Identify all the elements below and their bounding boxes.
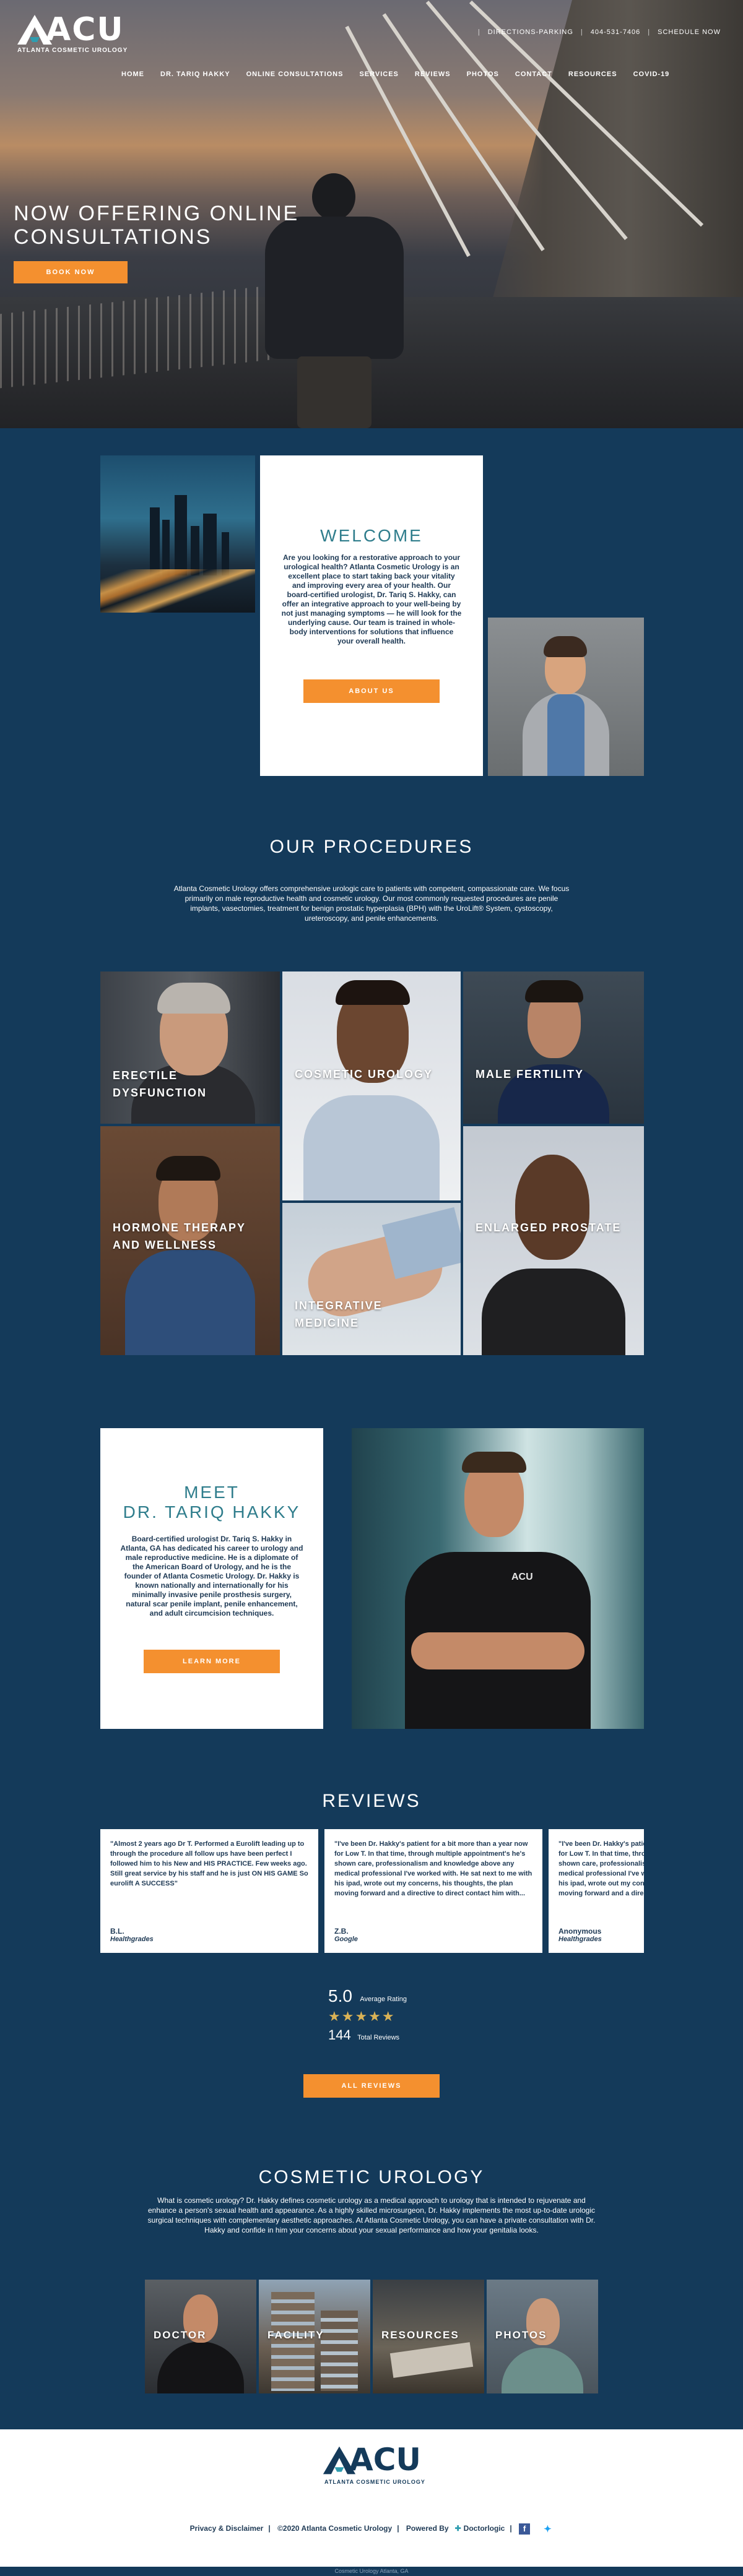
doctor-in-suit-image — [488, 618, 644, 776]
procedure-tile-integrative-medicine[interactable]: INTEGRATIVE MEDICINE — [282, 1203, 461, 1355]
review-author: Anonymous — [558, 1927, 602, 1936]
review-card: "Almost 2 years ago Dr T. Performed a Eu… — [100, 1829, 318, 1953]
welcome-text: Are you looking for a restorative approa… — [281, 553, 462, 645]
doctorlogic-icon: ✚ — [454, 2524, 461, 2533]
welcome-card: WELCOME Are you looking for a restorativ… — [260, 455, 483, 776]
reviews-carousel[interactable]: "Almost 2 years ago Dr T. Performed a Eu… — [100, 1829, 644, 1953]
gallery-label: FACILITY — [267, 2329, 324, 2341]
review-text: "Almost 2 years ago Dr T. Performed a Eu… — [110, 1840, 308, 1887]
gallery-tile-facility[interactable]: FACILITY — [259, 2280, 370, 2393]
dr-hakky-portrait: ACU — [352, 1428, 644, 1729]
nav-resources[interactable]: RESOURCES — [568, 71, 617, 78]
footer-links: Privacy & Disclaimer | ©2020 Atlanta Cosm… — [0, 2523, 743, 2535]
procedure-label: INTEGRATIVE MEDICINE — [295, 1299, 383, 1329]
main-nav: HOME DR. TARIQ HAKKY ONLINE CONSULTATION… — [121, 71, 669, 78]
nav-home[interactable]: HOME — [121, 71, 144, 78]
footer-logo[interactable]: ACU ATLANTA COSMETIC UROLOGY — [322, 2442, 425, 2494]
review-text: "I've been Dr. Hakky's patient for a bit… — [334, 1840, 532, 1897]
gallery-label: PHOTOS — [495, 2329, 547, 2341]
about-us-button[interactable]: ABOUT US — [303, 679, 440, 703]
directions-link[interactable]: DIRECTIONS-PARKING — [488, 28, 573, 36]
city-skyline-image — [100, 455, 255, 613]
welcome-title: WELCOME — [320, 526, 423, 545]
schedule-link[interactable]: SCHEDULE NOW — [658, 28, 721, 36]
procedure-tile-hormone-therapy[interactable]: HORMONE THERAPY AND WELLNESS — [100, 1126, 280, 1355]
nav-covid-19[interactable]: COVID-19 — [633, 71, 670, 78]
meet-text: Board-certified urologist Dr. Tariq S. H… — [120, 1535, 303, 1618]
scrub-logo: ACU — [511, 1572, 533, 1582]
nav-services[interactable]: SERVICES — [359, 71, 398, 78]
nav-photos[interactable]: PHOTOS — [467, 71, 499, 78]
procedure-label: ENLARGED PROSTATE — [476, 1221, 622, 1234]
average-rating-value: 5.0 — [328, 1986, 352, 2005]
book-now-button[interactable]: BOOK NOW — [14, 261, 128, 283]
nav-dr-tariq-hakky[interactable]: DR. TARIQ HAKKY — [160, 71, 230, 78]
gallery-tile-photos[interactable]: PHOTOS — [487, 2280, 598, 2393]
procedure-label: MALE FERTILITY — [476, 1068, 584, 1080]
procedures-title: OUR PROCEDURES — [269, 837, 474, 857]
nav-reviews[interactable]: REVIEWS — [415, 71, 451, 78]
doctorlogic-link[interactable]: Doctorlogic — [464, 2524, 505, 2533]
footer-logo-text: ACU — [349, 2442, 421, 2478]
star-rating-icon: ★★★★★ — [328, 2009, 396, 2024]
review-source: Google — [334, 1936, 358, 1943]
procedure-tile-erectile-dysfunction[interactable]: ERECTILE DYSFUNCTION — [100, 971, 280, 1124]
logo-text: ACU — [46, 11, 124, 48]
copyright-text: ©2020 Atlanta Cosmetic Urology — [277, 2524, 393, 2533]
gallery-label: RESOURCES — [381, 2329, 459, 2341]
review-source: Healthgrades — [110, 1936, 154, 1943]
rating-summary: 5.0 Average Rating ★★★★★ 144 Total Revie… — [328, 1986, 427, 2043]
cosmetic-urology-title: COSMETIC UROLOGY — [258, 2167, 485, 2187]
logo-subtitle: ATLANTA COSMETIC UROLOGY — [17, 47, 128, 54]
footer-logo-subtitle: ATLANTA COSMETIC UROLOGY — [324, 2479, 425, 2485]
meet-title-line1: MEET — [184, 1483, 240, 1502]
nav-online-consultations[interactable]: ONLINE CONSULTATIONS — [246, 71, 344, 78]
learn-more-button[interactable]: LEARN MORE — [144, 1650, 280, 1673]
gallery-tile-doctor[interactable]: DOCTOR — [145, 2280, 256, 2393]
procedures-text: Atlanta Cosmetic Urology offers comprehe… — [173, 884, 570, 923]
procedure-tile-enlarged-prostate[interactable]: ENLARGED PROSTATE — [463, 1126, 644, 1355]
reviews-title: REVIEWS — [322, 1791, 421, 1811]
procedure-tile-male-fertility[interactable]: MALE FERTILITY — [463, 971, 644, 1124]
privacy-link[interactable]: Privacy & Disclaimer — [190, 2524, 264, 2533]
review-source: Healthgrades — [558, 1936, 602, 1943]
facebook-icon[interactable]: f — [519, 2523, 531, 2535]
total-reviews-value: 144 — [328, 2027, 351, 2043]
hero-headline: NOW OFFERING ONLINE CONSULTATIONS — [14, 202, 300, 249]
site-logo[interactable]: ACU ATLANTA COSMETIC UROLOGY — [16, 11, 127, 57]
twitter-icon[interactable]: ✦ — [542, 2523, 553, 2535]
review-author: Z.B. — [334, 1927, 349, 1936]
total-reviews-label: Total Reviews — [357, 2034, 400, 2041]
gallery-tile-resources[interactable]: RESOURCES — [373, 2280, 484, 2393]
review-card: "I've been Dr. Hakky's patient for a bit… — [549, 1829, 644, 1953]
cosmetic-urology-text: What is cosmetic urology? Dr. Hakky defi… — [147, 2196, 596, 2234]
review-author: B.L. — [110, 1927, 124, 1936]
procedure-label: ERECTILE DYSFUNCTION — [113, 1069, 207, 1099]
review-card: "I've been Dr. Hakky's patient for a bit… — [324, 1829, 542, 1953]
review-text: "I've been Dr. Hakky's patient for a bit… — [558, 1840, 644, 1897]
procedure-tile-cosmetic-urology[interactable]: COSMETIC UROLOGY — [282, 971, 461, 1200]
gallery-label: DOCTOR — [154, 2329, 207, 2341]
phone-link[interactable]: 404-531-7406 — [591, 28, 641, 36]
all-reviews-button[interactable]: ALL REVIEWS — [303, 2074, 440, 2098]
meet-title-line2: DR. TARIQ HAKKY — [123, 1502, 301, 1522]
procedure-label: COSMETIC UROLOGY — [295, 1068, 433, 1080]
average-rating-label: Average Rating — [360, 1995, 407, 2003]
bottom-strip: Cosmetic Urology Atlanta, GA — [0, 2567, 743, 2576]
nav-contact[interactable]: CONTACT — [515, 71, 552, 78]
procedure-label: HORMONE THERAPY AND WELLNESS — [113, 1221, 246, 1251]
site-footer: ACU ATLANTA COSMETIC UROLOGY Privacy & D… — [0, 2429, 743, 2567]
meet-doctor-card: MEET DR. TARIQ HAKKY Board-certified uro… — [100, 1428, 323, 1729]
powered-by-text: Powered By — [406, 2524, 449, 2533]
top-utility-bar: | DIRECTIONS-PARKING | 404-531-7406 | SC… — [477, 28, 721, 36]
